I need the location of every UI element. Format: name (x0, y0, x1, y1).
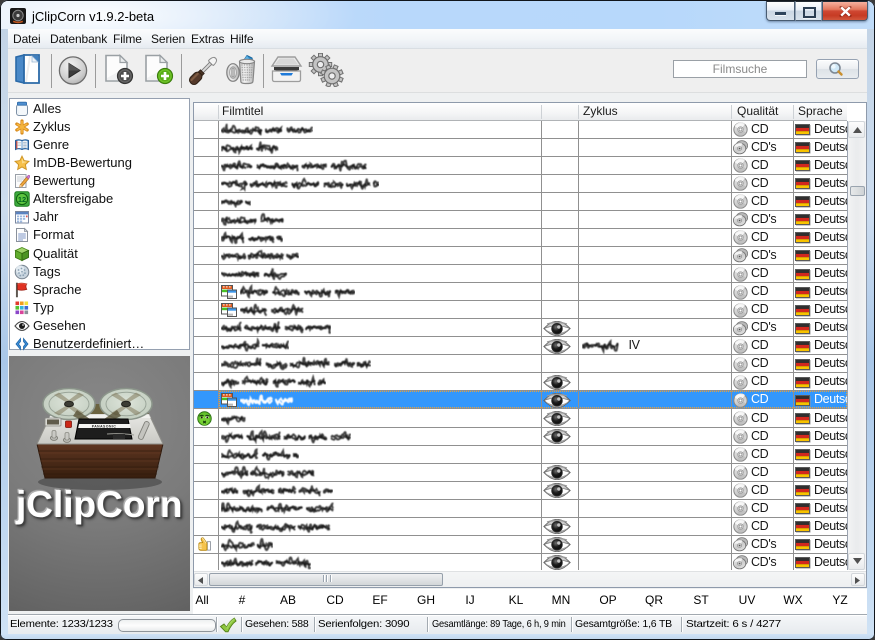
svg-text:PANASONIC: PANASONIC (91, 425, 116, 429)
